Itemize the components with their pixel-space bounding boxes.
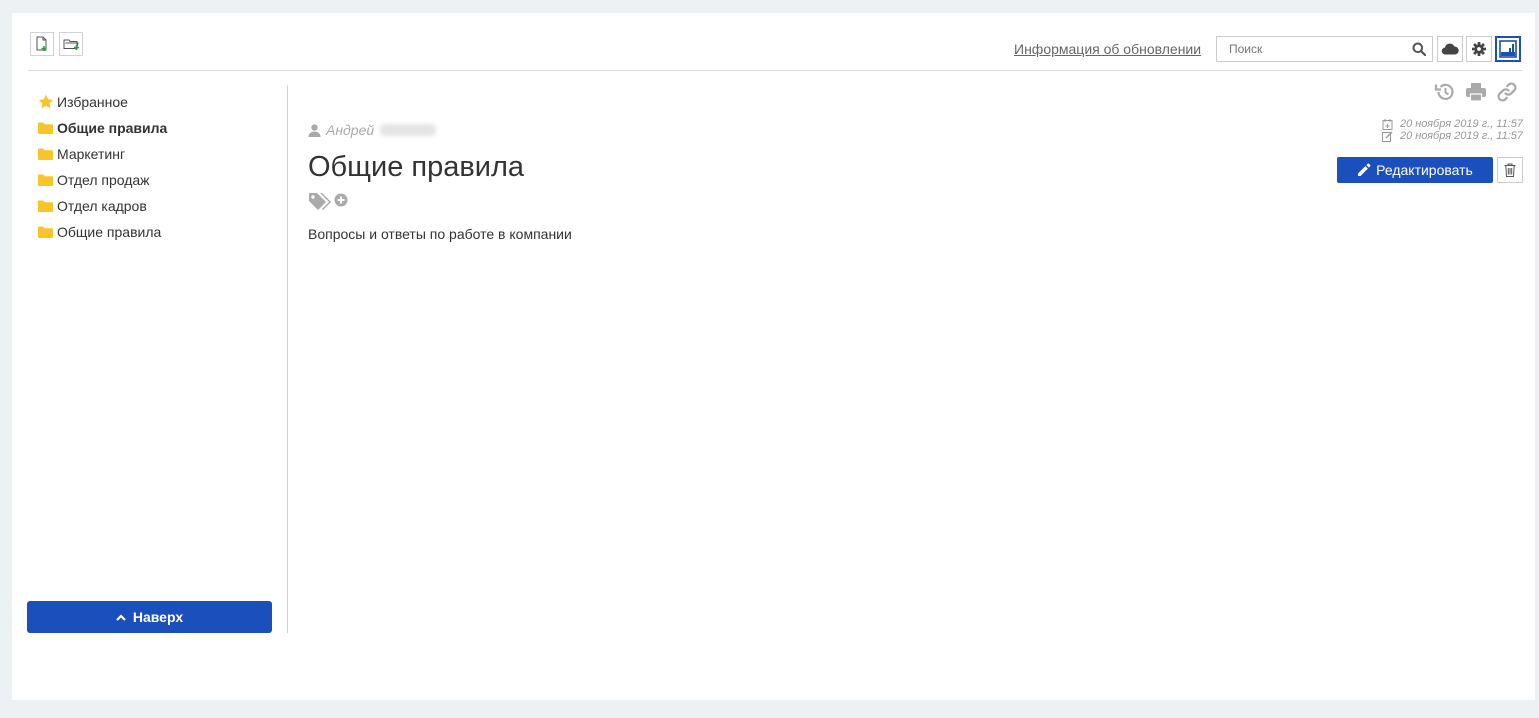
star-icon	[38, 94, 54, 110]
sidebar-item-hr[interactable]: Отдел кадров	[38, 193, 278, 219]
sidebar-item-general-rules-2[interactable]: Общие правила	[38, 219, 278, 245]
modified-date-row: 20 ноября 2019 г., 11:57	[1381, 130, 1523, 142]
sidebar-item-label: Общие правила	[57, 224, 162, 240]
trash-icon	[1504, 163, 1516, 177]
copy-link-button[interactable]	[1496, 81, 1518, 108]
sidebar-item-sales[interactable]: Отдел продаж	[38, 167, 278, 193]
sidebar-item-label: Отдел продаж	[57, 172, 150, 188]
sidebar-item-marketing[interactable]: Маркетинг	[38, 141, 278, 167]
sidebar-item-label: Отдел кадров	[57, 198, 147, 214]
view-mode-button[interactable]	[1495, 36, 1521, 62]
cloud-icon	[1441, 43, 1459, 55]
edit-button[interactable]: Редактировать	[1337, 157, 1493, 183]
print-button[interactable]	[1465, 81, 1487, 108]
search-button[interactable]	[1412, 42, 1427, 61]
delete-button[interactable]	[1497, 157, 1523, 183]
print-icon	[1466, 83, 1486, 102]
user-icon	[308, 123, 321, 137]
sidebar-item-general-rules[interactable]: Общие правила	[38, 115, 278, 141]
edit-button-label: Редактировать	[1376, 162, 1473, 178]
new-document-icon	[36, 36, 47, 51]
created-date-row: 20 ноября 2019 г., 11:57	[1382, 118, 1523, 130]
modified-date: 20 ноября 2019 г., 11:57	[1399, 130, 1523, 142]
tags-icon	[309, 193, 331, 210]
app-window: Информация об обновлении Поиск Избранное…	[12, 13, 1535, 700]
header-divider	[28, 70, 1522, 71]
sidebar-tree: Избранное Общие правила Маркетинг Отдел …	[38, 89, 278, 245]
folder-icon	[38, 120, 54, 136]
view-mode-icon	[1499, 40, 1517, 58]
sidebar-item-label: Общие правила	[57, 120, 168, 136]
new-document-button[interactable]	[30, 32, 54, 56]
history-icon	[1434, 83, 1454, 100]
author-surname-redacted	[380, 124, 437, 136]
plus-circle-icon	[334, 193, 348, 206]
created-date: 20 ноября 2019 г., 11:57	[1399, 118, 1523, 130]
pencil-icon	[1358, 163, 1371, 176]
page-title: Общие правила	[308, 151, 525, 183]
calendar-plus-icon	[1382, 118, 1393, 130]
folder-icon	[38, 198, 54, 214]
search-box	[1216, 36, 1433, 62]
sidebar-item-favorites[interactable]: Избранное	[38, 89, 278, 115]
new-folder-icon	[63, 39, 79, 50]
settings-button[interactable]	[1466, 36, 1492, 62]
search-icon	[1412, 42, 1427, 57]
chevron-up-icon	[116, 613, 126, 621]
update-info-link[interactable]: Информация об обновлении	[1014, 41, 1201, 57]
edit-date-icon	[1381, 131, 1393, 142]
author-name: Андрей	[326, 122, 375, 138]
article-description: Вопросы и ответы по работе в компании	[308, 226, 572, 242]
search-input[interactable]	[1217, 37, 1409, 61]
folder-icon	[38, 224, 54, 240]
new-folder-button[interactable]	[59, 32, 83, 56]
folder-icon	[38, 172, 54, 188]
link-icon	[1497, 82, 1517, 102]
article-tags	[308, 192, 348, 212]
sidebar-divider	[287, 85, 288, 633]
article-author: Андрей	[308, 122, 437, 138]
history-button[interactable]	[1434, 81, 1456, 108]
sidebar-item-label: Маркетинг	[57, 146, 126, 162]
folder-icon	[38, 146, 54, 162]
add-tag-button[interactable]	[334, 193, 348, 212]
sidebar-item-label: Избранное	[57, 94, 128, 110]
article-dates: 20 ноября 2019 г., 11:57 20 ноября 2019 …	[1381, 118, 1523, 142]
cloud-button[interactable]	[1437, 36, 1463, 62]
scroll-top-button[interactable]: Наверх	[27, 601, 272, 633]
scroll-top-label: Наверх	[132, 609, 184, 625]
gear-icon	[1472, 42, 1486, 56]
